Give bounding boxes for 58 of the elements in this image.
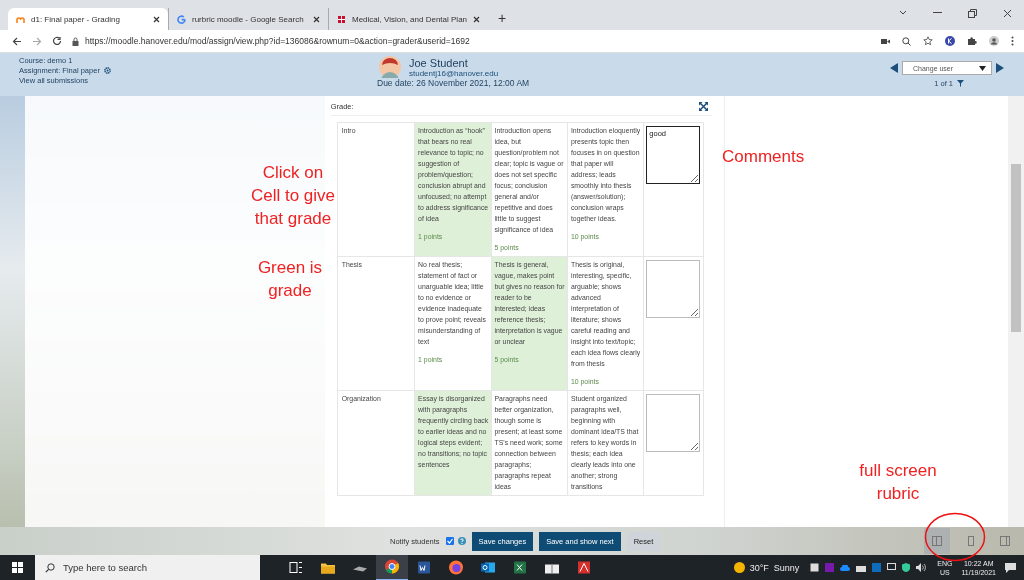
avatar-icon xyxy=(379,56,401,78)
close-icon[interactable] xyxy=(153,15,160,23)
camera-icon[interactable] xyxy=(881,37,890,45)
search-field[interactable]: Type here to search xyxy=(35,555,260,580)
circle-annotation xyxy=(924,512,986,562)
annotation-text: Green is grade xyxy=(256,257,324,302)
browser-tab[interactable]: d1: Final paper - Grading xyxy=(8,8,168,30)
shield-icon[interactable] xyxy=(902,563,911,572)
previous-arrow-icon[interactable] xyxy=(890,63,898,73)
student-name: Joe Student xyxy=(409,56,469,69)
due-date: Due date: 26 November 2021, 12:00 AM xyxy=(377,78,531,88)
expand-icon[interactable] xyxy=(699,102,709,111)
checkbox[interactable] xyxy=(445,537,454,545)
puzzle-icon[interactable] xyxy=(967,36,977,46)
comment-field[interactable] xyxy=(646,394,701,452)
notification-icon[interactable] xyxy=(1005,562,1016,573)
network-icon[interactable] xyxy=(856,563,867,572)
weather-label: Sunny xyxy=(773,562,800,573)
profile-icon[interactable] xyxy=(989,36,999,46)
lock-icon xyxy=(72,36,79,46)
new-tab-button[interactable]: + xyxy=(488,8,517,30)
scrollbar-thumb[interactable] xyxy=(1011,164,1021,332)
scrollbar[interactable] xyxy=(1008,96,1024,527)
monitor-icon[interactable] xyxy=(887,563,897,572)
comment-field[interactable] xyxy=(646,260,701,318)
chevron-down-icon[interactable] xyxy=(899,10,907,16)
star-icon[interactable] xyxy=(923,36,933,46)
annotation-text: Click on Cell to give that grade xyxy=(249,162,337,230)
chrome-icon[interactable] xyxy=(376,554,408,580)
settings-icon[interactable] xyxy=(103,67,111,74)
close-icon[interactable] xyxy=(1003,8,1012,18)
student-email: studentj16@hanover.edu xyxy=(409,68,499,78)
close-icon[interactable] xyxy=(313,15,320,23)
temperature-label: 30°F xyxy=(749,562,769,573)
search-icon xyxy=(45,562,55,573)
annotation-text: full screen rubric xyxy=(858,460,938,505)
menu-icon[interactable] xyxy=(1011,36,1014,46)
filter-icon[interactable] xyxy=(957,80,964,87)
reload-icon[interactable] xyxy=(52,36,62,46)
zoom-icon[interactable] xyxy=(902,36,911,46)
cloud-icon[interactable] xyxy=(840,564,851,571)
windows-icon[interactable] xyxy=(12,562,23,573)
minimize-icon[interactable] xyxy=(933,12,942,14)
close-icon[interactable] xyxy=(473,15,480,23)
medical-icon xyxy=(337,14,346,24)
speaker-icon[interactable] xyxy=(916,563,927,572)
back-arrow-icon[interactable] xyxy=(12,36,22,46)
google-icon xyxy=(177,14,186,24)
caret-icon xyxy=(979,65,986,71)
mail-icon[interactable] xyxy=(872,563,882,572)
next-arrow-icon[interactable] xyxy=(996,63,1004,73)
url-field[interactable]: https://moodle.hanover.edu/mod/assign/view.php?id=136086&rownum=0&action=grader&userid=1692 xyxy=(85,36,470,46)
help-icon[interactable] xyxy=(457,537,466,545)
sun-icon xyxy=(733,562,745,573)
annotation-text: Comments xyxy=(722,146,805,168)
extension-badge-icon[interactable] xyxy=(945,36,955,46)
device-icon[interactable] xyxy=(810,563,820,572)
maximize-icon[interactable] xyxy=(968,8,977,18)
